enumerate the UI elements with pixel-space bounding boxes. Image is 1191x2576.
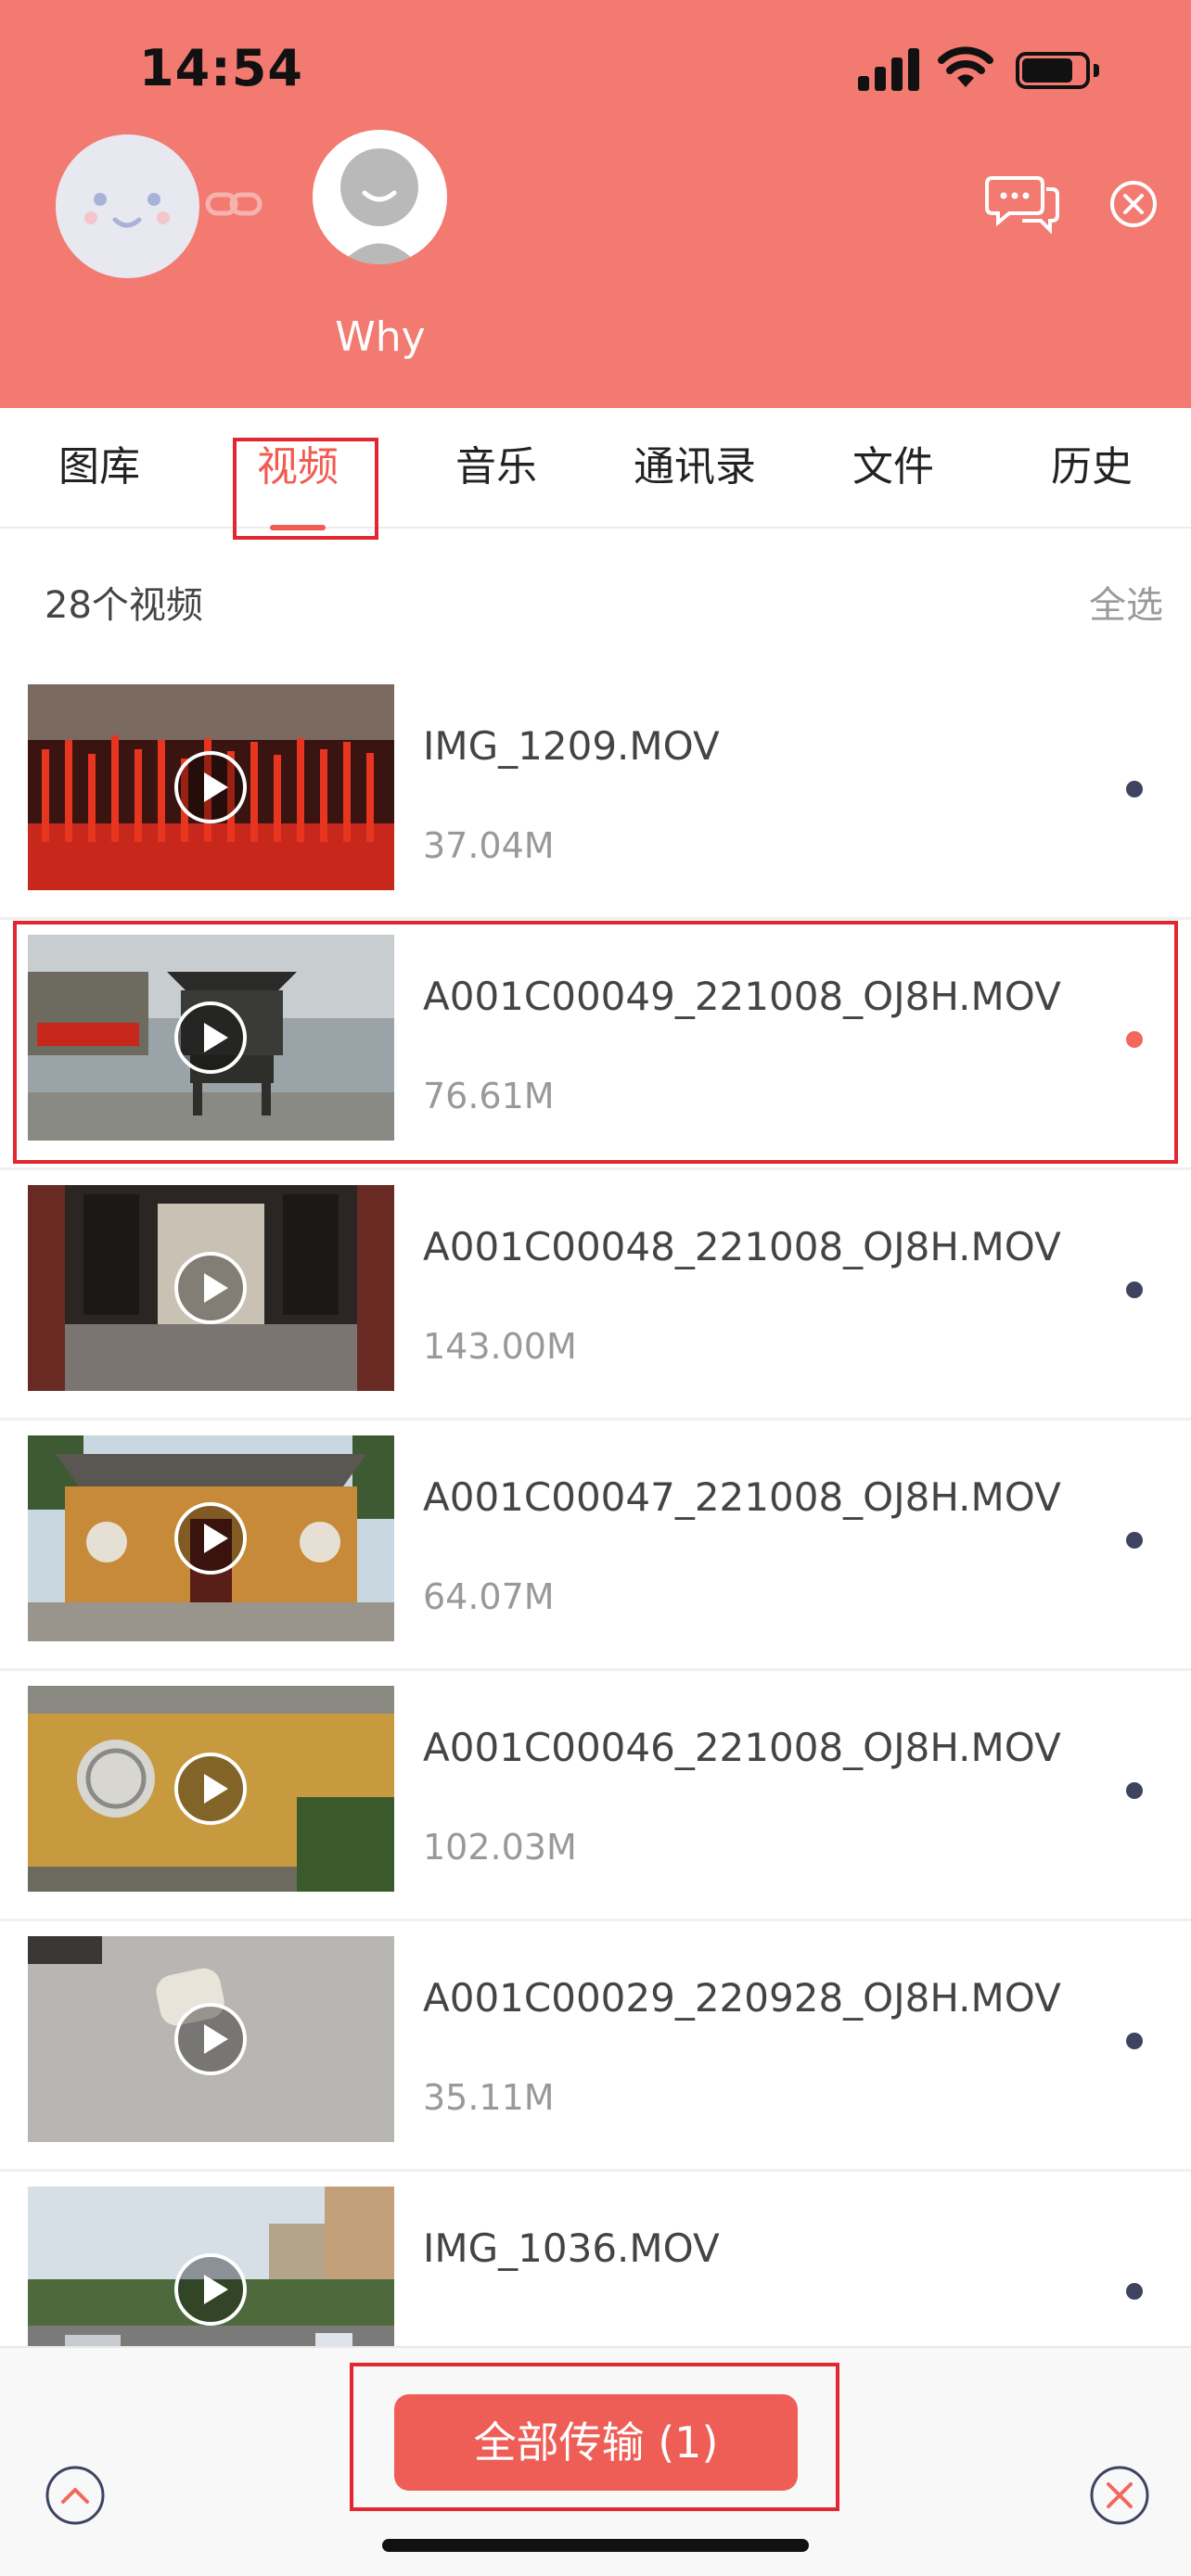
play-icon[interactable]: [174, 2253, 247, 2326]
select-dot[interactable]: [1126, 1782, 1143, 1799]
play-icon[interactable]: [174, 1502, 247, 1575]
battery-icon: [1016, 52, 1099, 89]
video-name: IMG_1036.MOV: [423, 2225, 720, 2271]
play-icon[interactable]: [174, 1753, 247, 1825]
play-icon[interactable]: [174, 1252, 247, 1324]
peer-name: Why: [335, 313, 426, 361]
play-icon[interactable]: [174, 751, 247, 823]
link-icon: [205, 192, 263, 216]
tab-files[interactable]: 文件: [794, 408, 992, 529]
wifi-icon: [938, 46, 993, 87]
status-time: 14:54: [139, 39, 303, 97]
video-name: A001C00048_221008_OJ8H.MOV: [423, 1224, 1061, 1269]
video-size: 102.03M: [423, 1827, 577, 1868]
video-name: A001C00047_221008_OJ8H.MOV: [423, 1474, 1061, 1520]
tab-highlight-box: [233, 438, 378, 540]
transfer-button-highlight-box: [350, 2363, 839, 2511]
home-indicator: [382, 2539, 809, 2552]
select-dot[interactable]: [1126, 1532, 1143, 1549]
select-dot[interactable]: [1126, 1282, 1143, 1298]
tab-history[interactable]: 历史: [992, 408, 1191, 529]
face-avatar: [56, 134, 199, 278]
select-all-button[interactable]: 全选: [1089, 575, 1163, 629]
video-name: A001C00029_220928_OJ8H.MOV: [423, 1975, 1061, 2021]
select-dot[interactable]: [1126, 2033, 1143, 2049]
person-avatar[interactable]: [313, 130, 447, 264]
play-icon[interactable]: [174, 2003, 247, 2075]
signal-icon: [858, 46, 919, 91]
close-icon[interactable]: [1109, 180, 1158, 228]
chevron-up-icon[interactable]: [45, 2465, 106, 2526]
list-item[interactable]: A001C00048_221008_OJ8H.MOV 143.00M: [0, 1170, 1191, 1421]
list-item[interactable]: IMG_1209.MOV 37.04M: [0, 670, 1191, 920]
video-size: 64.07M: [423, 1576, 555, 1617]
video-size: 37.04M: [423, 825, 555, 866]
video-size: 143.00M: [423, 1326, 577, 1367]
cancel-icon[interactable]: [1089, 2465, 1150, 2526]
video-name: A001C00046_221008_OJ8H.MOV: [423, 1725, 1061, 1770]
chat-icon[interactable]: [985, 172, 1059, 234]
list-item[interactable]: A001C00047_221008_OJ8H.MOV 64.07M: [0, 1421, 1191, 1671]
tab-contacts[interactable]: 通讯录: [596, 408, 794, 529]
video-name: IMG_1209.MOV: [423, 723, 720, 769]
list-item[interactable]: A001C00046_221008_OJ8H.MOV 102.03M: [0, 1671, 1191, 1921]
tab-bar: 图库 视频 音乐 通讯录 文件 历史: [0, 408, 1191, 530]
select-dot[interactable]: [1126, 781, 1143, 797]
tab-music[interactable]: 音乐: [397, 408, 596, 529]
list-header: 28个视频 全选: [0, 530, 1191, 670]
select-dot[interactable]: [1126, 2283, 1143, 2300]
list-item[interactable]: A001C00029_220928_OJ8H.MOV 35.11M: [0, 1921, 1191, 2172]
tab-gallery[interactable]: 图库: [0, 408, 198, 529]
header: 14:54 Why: [0, 0, 1191, 408]
video-size: 35.11M: [423, 2077, 555, 2118]
video-count: 28个视频: [45, 584, 203, 627]
selected-item-highlight-box: [13, 921, 1178, 1164]
